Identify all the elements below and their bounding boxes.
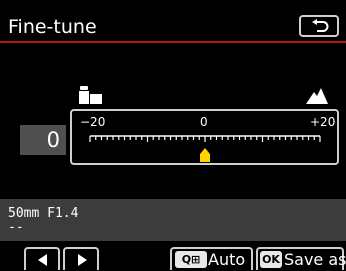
back-button[interactable]	[299, 15, 339, 37]
previous-button[interactable]	[24, 247, 60, 270]
fine-tune-scale	[89, 135, 321, 162]
auto-button[interactable]: Q⊞ Auto	[170, 247, 253, 270]
fine-tune-screen: Fine-tune 0 −20 0 +20 50mm F1.4 -- Q⊞ Au…	[0, 0, 346, 270]
save-as-button[interactable]: OK Save as	[256, 247, 346, 270]
save-as-label: Save as	[284, 250, 346, 269]
ok-key-icon: OK	[260, 251, 282, 268]
zoom-key-icon: Q⊞	[175, 251, 207, 268]
current-value-marker	[200, 148, 210, 162]
lens-secondary-info: --	[8, 220, 24, 235]
camera-body-icon	[79, 86, 102, 104]
arrow-right-icon	[78, 254, 87, 266]
return-arrow-icon	[312, 19, 329, 32]
auto-label: Auto	[208, 250, 246, 269]
adjustment-value[interactable]: 0	[20, 125, 66, 155]
next-button[interactable]	[63, 247, 99, 270]
page-title: Fine-tune	[8, 16, 97, 38]
header-divider	[0, 41, 346, 43]
arrow-left-icon	[38, 254, 47, 266]
mountain-icon	[306, 88, 328, 104]
